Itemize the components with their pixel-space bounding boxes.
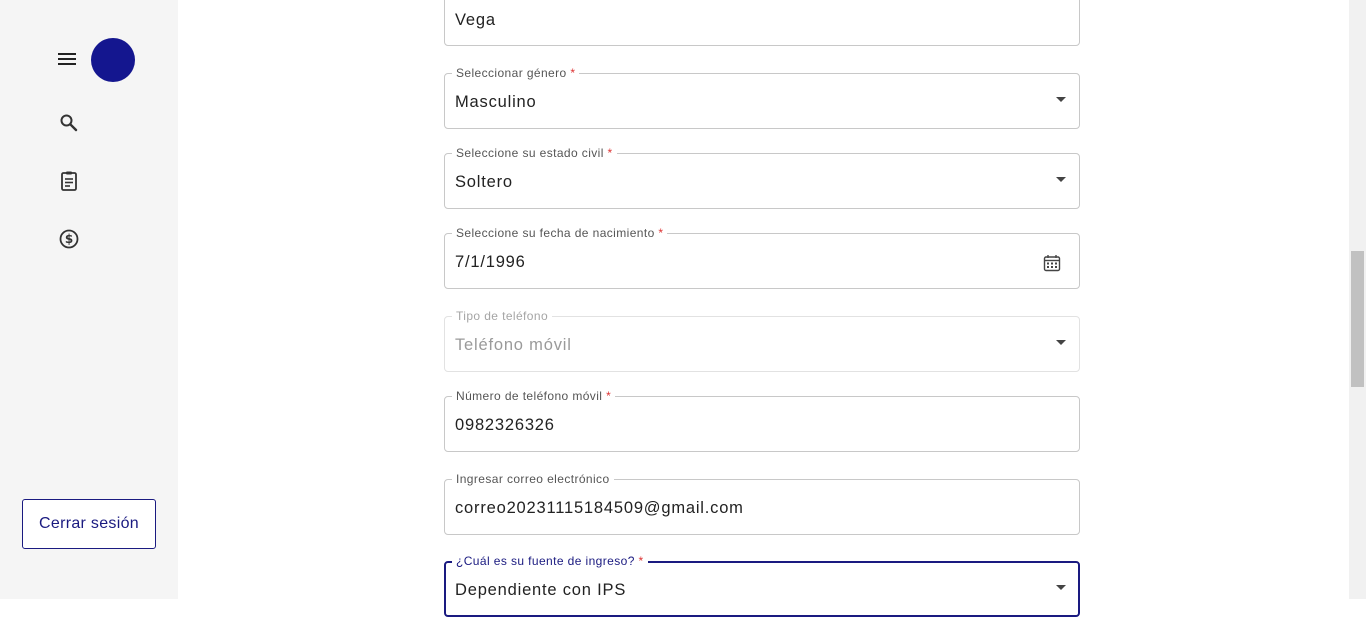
birth-date-label: Seleccione su fecha de nacimiento * — [452, 225, 668, 241]
mobile-number-field[interactable]: Número de teléfono móvil * 0982326326 — [444, 388, 1080, 452]
income-source-select[interactable]: ¿Cuál es su fuente de ingreso? * Dependi… — [444, 553, 1080, 617]
income-source-required-mark: * — [638, 554, 644, 568]
calendar-icon[interactable] — [1043, 254, 1061, 272]
dollar-circle-icon[interactable]: $ — [57, 227, 81, 251]
income-source-label-text: ¿Cuál es su fuente de ingreso? — [456, 554, 635, 568]
gender-value: Masculino — [455, 93, 537, 111]
svg-text:$: $ — [65, 232, 73, 246]
civil-status-label-text: Seleccione su estado civil — [456, 146, 604, 160]
hamburger-menu-icon[interactable] — [56, 48, 78, 70]
birth-date-value: 7/1/1996 — [455, 253, 526, 271]
civil-status-value: Soltero — [455, 173, 513, 191]
email-field[interactable]: Ingresar correo electrónico correo202311… — [444, 471, 1080, 535]
sidebar: $ Cerrar sesión — [0, 0, 178, 599]
email-label: Ingresar correo electrónico — [452, 471, 614, 487]
dropdown-arrow-icon[interactable] — [1056, 585, 1066, 590]
clipboard-icon[interactable] — [57, 169, 81, 193]
dropdown-arrow-icon — [1056, 340, 1066, 345]
gender-label-text: Seleccionar género — [456, 66, 567, 80]
phone-type-value: Teléfono móvil — [455, 336, 572, 354]
scrollbar-thumb[interactable] — [1351, 251, 1364, 387]
mobile-number-label: Número de teléfono móvil * — [452, 388, 616, 404]
phone-type-label: Tipo de teléfono — [452, 308, 553, 324]
last-name-field[interactable]: Vega — [444, 0, 1080, 46]
income-source-label: ¿Cuál es su fuente de ingreso? * — [452, 553, 648, 569]
gender-select[interactable]: Seleccionar género * Masculino — [444, 65, 1080, 129]
logout-button[interactable]: Cerrar sesión — [22, 499, 156, 549]
gender-required-mark: * — [570, 66, 576, 80]
civil-status-label: Seleccione su estado civil * — [452, 145, 617, 161]
dropdown-arrow-icon[interactable] — [1056, 177, 1066, 182]
mobile-number-label-text: Número de teléfono móvil — [456, 389, 603, 403]
birth-date-required-mark: * — [658, 226, 664, 240]
phone-type-select: Tipo de teléfono Teléfono móvil — [444, 308, 1080, 372]
search-icon[interactable] — [57, 111, 81, 135]
civil-status-required-mark: * — [607, 146, 613, 160]
email-value: correo20231115184509@gmail.com — [455, 499, 744, 517]
birth-date-label-text: Seleccione su fecha de nacimiento — [456, 226, 655, 240]
birth-date-field[interactable]: Seleccione su fecha de nacimiento * 7/1/… — [444, 225, 1080, 289]
civil-status-select[interactable]: Seleccione su estado civil * Soltero — [444, 145, 1080, 209]
avatar[interactable] — [91, 38, 135, 82]
last-name-value: Vega — [455, 11, 496, 29]
mobile-number-required-mark: * — [606, 389, 612, 403]
income-source-value: Dependiente con IPS — [455, 581, 627, 599]
mobile-number-value: 0982326326 — [455, 416, 555, 434]
dropdown-arrow-icon[interactable] — [1056, 97, 1066, 102]
gender-label: Seleccionar género * — [452, 65, 580, 81]
